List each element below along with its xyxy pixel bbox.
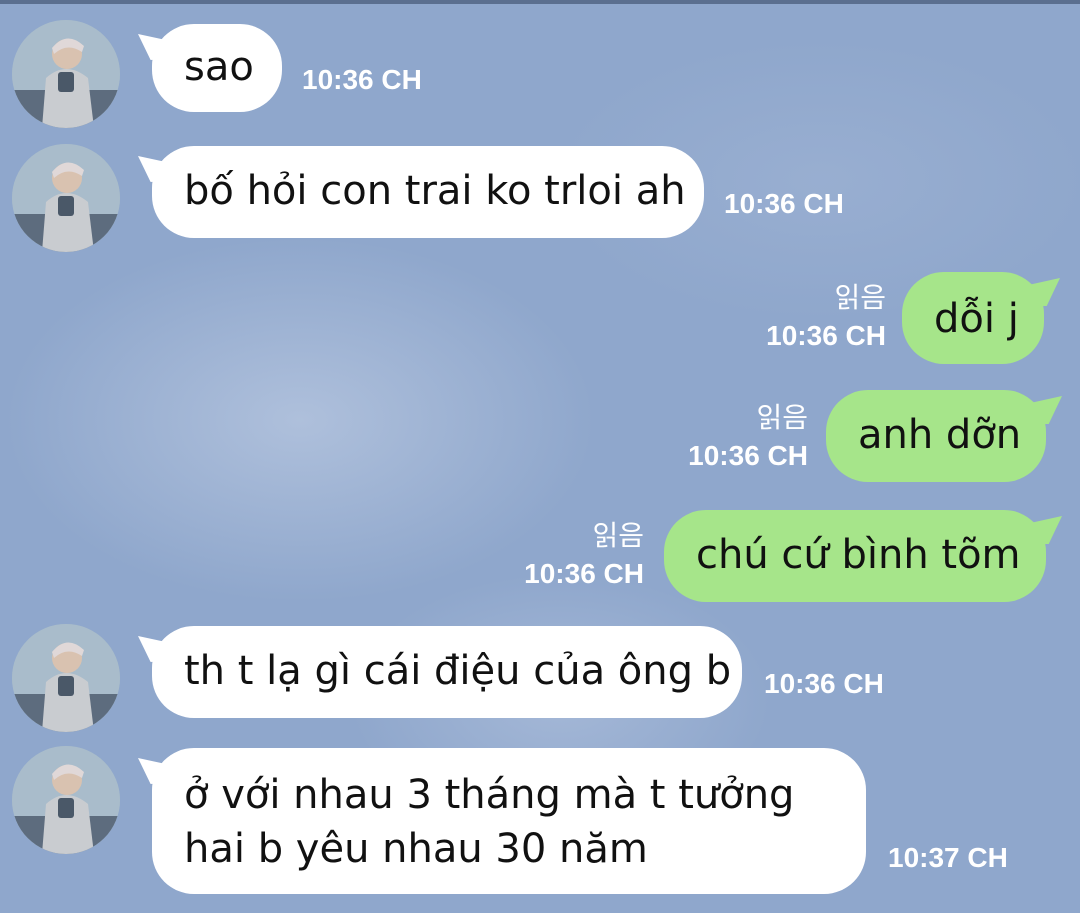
window-top-edge (0, 0, 1080, 4)
message-bubble[interactable]: th t lạ gì cái điệu của ông b (152, 626, 742, 718)
message-text: anh dỡn (858, 412, 1022, 458)
avatar-icon (12, 746, 120, 854)
message-text: chú cứ bình tõm (696, 532, 1021, 578)
message-time: 10:36 CH (724, 188, 844, 219)
avatar-icon (12, 20, 120, 128)
message-text-line: hai b yêu nhau 30 năm (184, 826, 648, 872)
message-text-line: ở với nhau 3 tháng mà t tưởng (184, 772, 795, 818)
message-bubble[interactable]: sao (152, 24, 282, 112)
read-receipt: 읽음 (592, 519, 644, 552)
avatar[interactable] (12, 746, 120, 854)
message-time: 10:36 CH (302, 64, 422, 95)
message-text: bố hỏi con trai ko trloi ah (184, 168, 686, 214)
message-text: dỗi j (934, 296, 1019, 342)
message-time: 10:37 CH (888, 842, 1008, 873)
message-bubble[interactable]: bố hỏi con trai ko trloi ah (152, 146, 704, 238)
read-receipt: 읽음 (834, 281, 886, 314)
message-bubble[interactable]: chú cứ bình tõm (664, 510, 1046, 602)
avatar[interactable] (12, 144, 120, 252)
message-text: sao (184, 44, 254, 90)
avatar-icon (12, 144, 120, 252)
message-bubble[interactable]: anh dỡn (826, 390, 1046, 482)
avatar[interactable] (12, 624, 120, 732)
message-bubble[interactable]: ở với nhau 3 tháng mà t tưởng hai b yêu … (152, 748, 866, 894)
read-receipt: 읽음 (756, 401, 808, 434)
message-text: th t lạ gì cái điệu của ông b (184, 648, 732, 694)
avatar-icon (12, 624, 120, 732)
message-time: 10:36 CH (688, 440, 808, 471)
message-bubble[interactable]: dỗi j (902, 272, 1044, 364)
avatar[interactable] (12, 20, 120, 128)
message-time: 10:36 CH (764, 668, 884, 699)
message-time: 10:36 CH (524, 558, 644, 589)
message-time: 10:36 CH (766, 320, 886, 351)
